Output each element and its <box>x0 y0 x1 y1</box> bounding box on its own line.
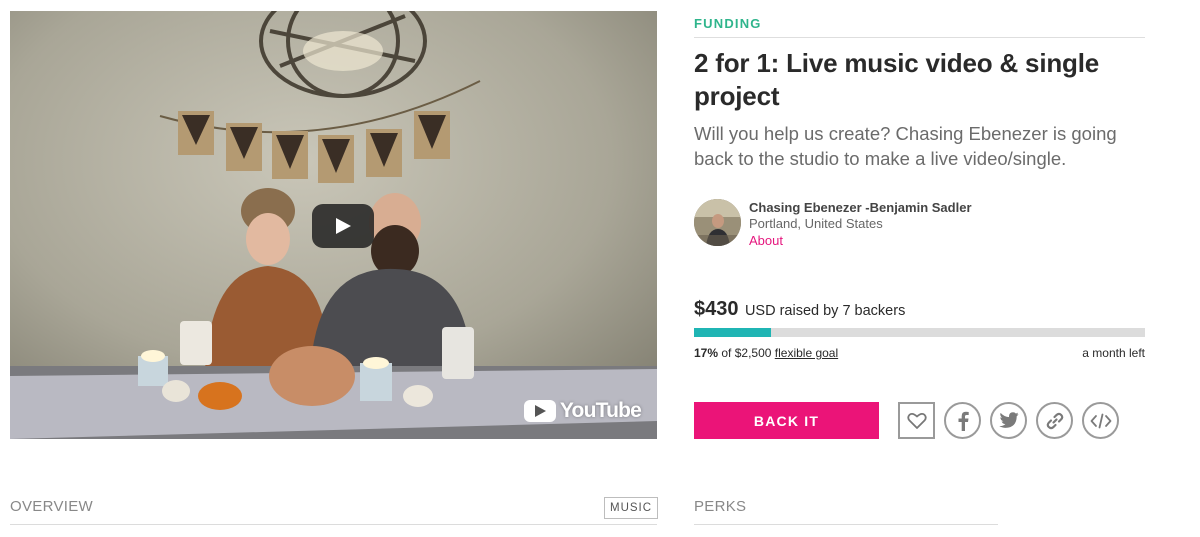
play-icon <box>336 218 351 234</box>
owner-location: Portland, United States <box>749 216 883 231</box>
owner-about-link[interactable]: About <box>749 233 783 248</box>
funding-progress-bar <box>694 328 1145 337</box>
link-icon <box>1046 412 1063 429</box>
category-tag-music[interactable]: MUSIC <box>604 497 659 519</box>
play-button[interactable] <box>312 204 374 248</box>
time-left: a month left <box>1082 346 1145 360</box>
raised-description: USD raised by 7 backers <box>744 303 906 319</box>
category-divider <box>694 37 1145 38</box>
campaign-title: 2 for 1: Live music video & single proje… <box>694 48 1099 111</box>
embed-button[interactable] <box>1082 402 1119 439</box>
embed-code-icon <box>1090 413 1111 428</box>
owner-name: Chasing Ebenezer -Benjamin Sadler <box>749 200 972 215</box>
share-facebook-button[interactable] <box>944 402 981 439</box>
facebook-icon <box>958 411 969 431</box>
follow-button[interactable] <box>898 402 935 439</box>
amount-raised: $430 USD raised by 7 backers <box>694 298 905 321</box>
goal-amount: of $2,500 <box>721 346 772 360</box>
heart-icon <box>906 412 927 429</box>
tab-overview[interactable]: OVERVIEW <box>10 498 93 515</box>
twitter-icon <box>998 412 1018 428</box>
campaign-tagline: Will you help us create? Chasing Ebeneze… <box>694 123 1117 169</box>
owner-avatar[interactable] <box>694 199 741 246</box>
overview-divider <box>10 524 657 525</box>
campaign-category[interactable]: FUNDING <box>694 16 762 31</box>
perks-divider <box>694 524 998 525</box>
tab-perks[interactable]: PERKS <box>694 498 746 515</box>
copy-link-button[interactable] <box>1036 402 1073 439</box>
video-player[interactable]: YouTube <box>10 11 657 439</box>
back-it-button[interactable]: BACK IT <box>694 402 879 439</box>
youtube-logo[interactable]: YouTube <box>523 397 642 425</box>
percent-funded: 17% <box>694 346 719 360</box>
raised-amount: $430 <box>694 298 739 320</box>
flexible-goal-link[interactable]: flexible goal <box>775 346 838 360</box>
youtube-icon <box>523 400 556 422</box>
share-twitter-button[interactable] <box>990 402 1027 439</box>
funding-progress-fill <box>694 328 771 337</box>
youtube-wordmark: YouTube <box>559 399 642 422</box>
goal-summary: 17% of $2,500 flexible goal <box>694 346 838 360</box>
